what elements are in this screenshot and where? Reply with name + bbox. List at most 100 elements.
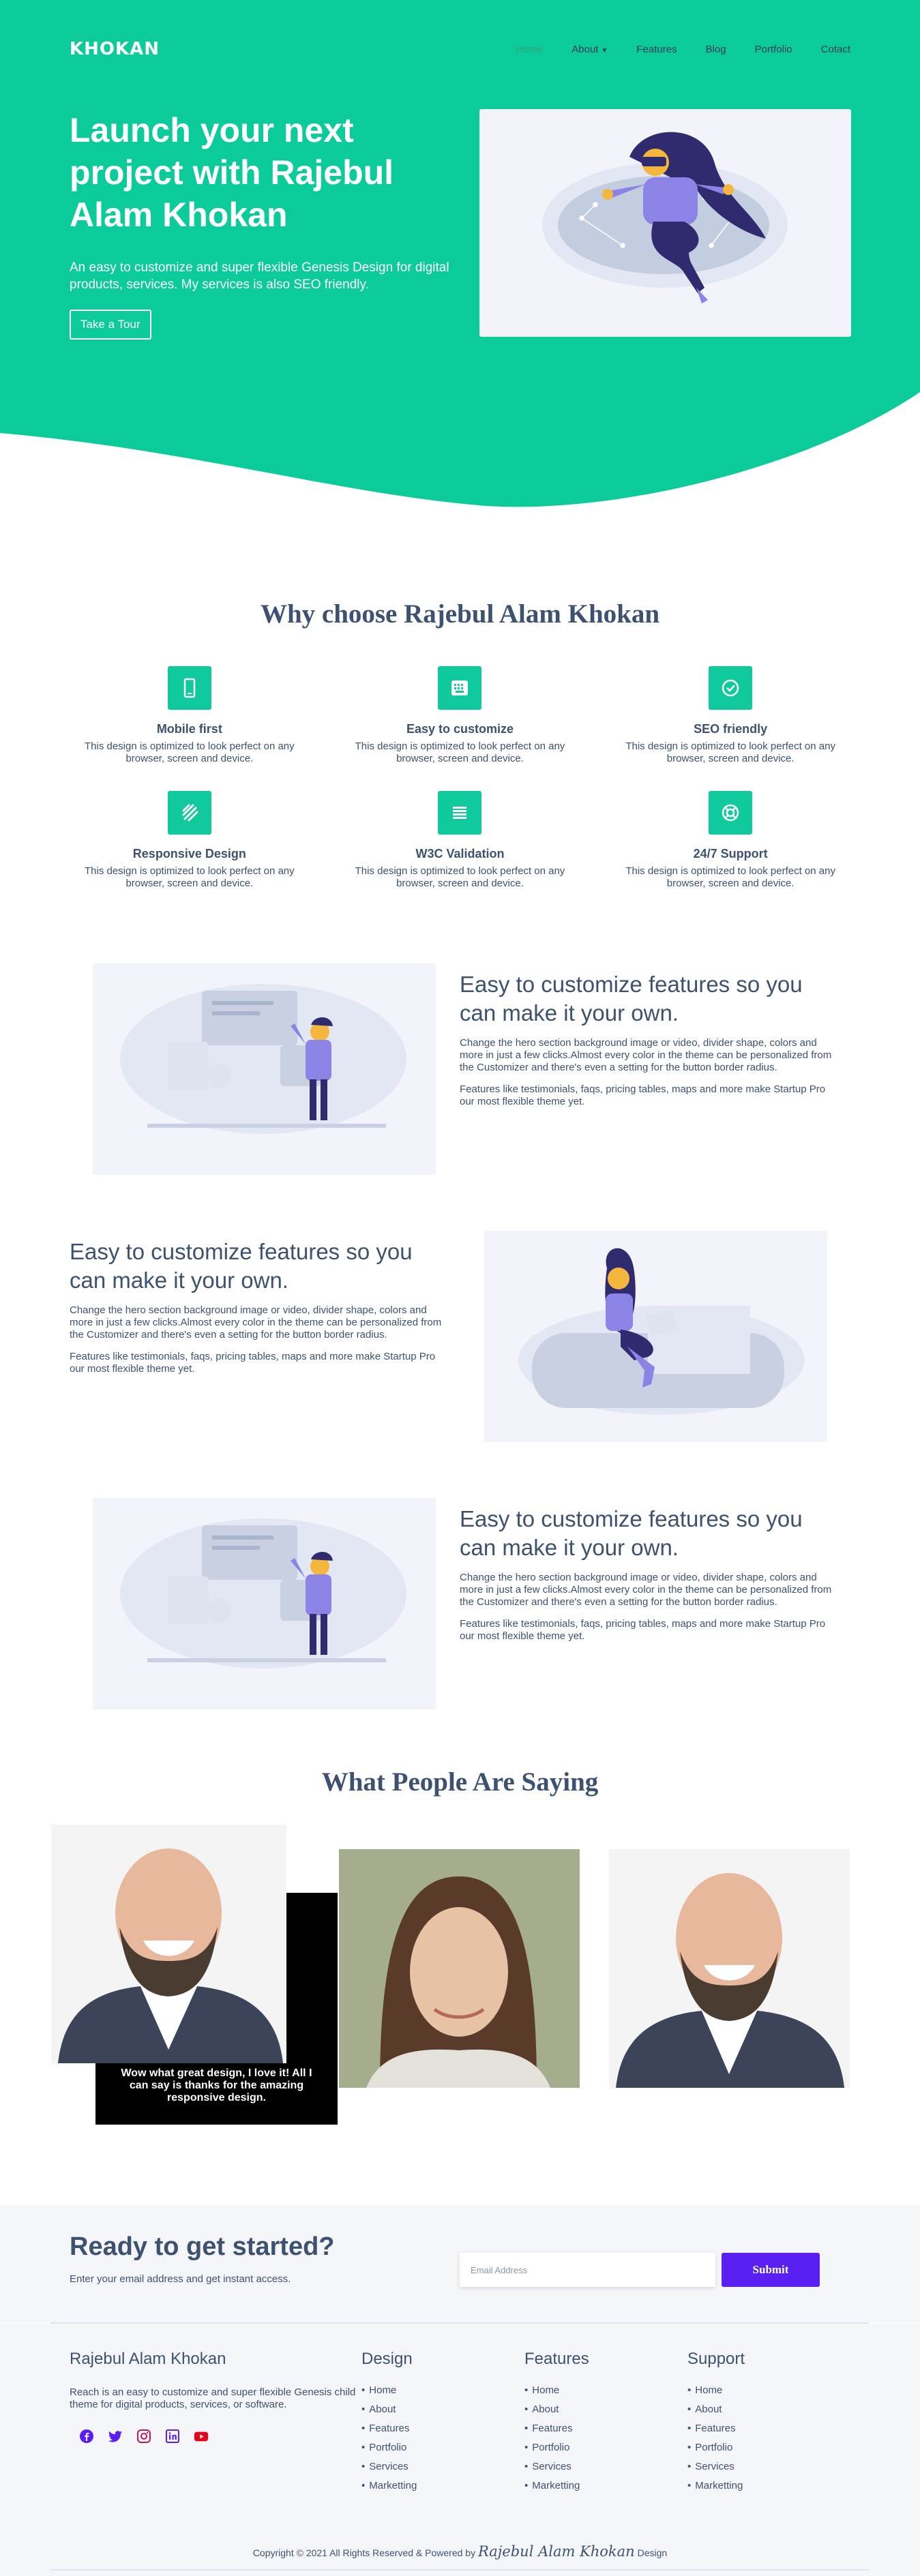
feature-section-text: Easy to customize features so you can ma… [70,1238,451,1375]
feature-section-title: Easy to customize features so you can ma… [460,1506,803,1560]
twitter-icon[interactable] [108,2429,123,2444]
email-input[interactable]: Email Address [460,2253,715,2287]
social-links [79,2429,356,2444]
feature-card: Mobile first This design is optimized to… [55,666,325,765]
hero-description: An easy to customize and super flexible … [70,260,449,292]
vr-person-illustration [542,132,788,303]
footer: Rajebul Alam Khokan Reach is an easy to … [0,2324,920,2576]
laptop-person-illustration [484,1231,827,1442]
footer-column-title: Features [524,2350,589,2368]
layers-icon [167,791,211,835]
feature-section-paragraph: Features like testimonials, faqs, pricin… [460,1083,826,1107]
feature-card: 24/7 Support This design is optimized to… [595,791,866,890]
instagram-icon[interactable] [136,2429,151,2444]
mobile-icon [167,666,211,710]
feature-section-paragraph: Change the hero section background image… [460,1037,832,1073]
whiteboard-illustration [93,963,436,1175]
feature-section-title: Easy to customize features so you can ma… [70,1239,413,1293]
testimonial-photo [339,1849,580,2088]
nav-item-about-label: About [572,43,599,55]
footer-link[interactable]: About [687,2400,745,2419]
feature-text: This design is optimized to look perfect… [84,740,295,764]
footer-link[interactable]: Features [524,2419,589,2438]
feature-text: This design is optimized to look perfect… [355,865,565,889]
footer-link[interactable]: About [361,2400,417,2419]
nav-item-contact[interactable]: Cotact [821,44,850,55]
footer-link[interactable]: Portfolio [361,2438,417,2457]
testimonial-photo [609,1849,850,2088]
footer-bottom-divider [50,2569,869,2571]
copyright-brand[interactable]: Rajebul Alam Khokan [478,2543,635,2560]
lifebuoy-icon [709,791,753,835]
feature-section-text: Easy to customize features so you can ma… [460,970,842,1108]
copyright-suffix: Design [637,2547,668,2558]
footer-link[interactable]: Home [524,2381,589,2400]
footer-link[interactable]: Features [687,2419,745,2438]
nav-item-about[interactable]: About ▼ [572,44,608,55]
hero-illustration [479,109,851,337]
hero-text: Launch your next project with Rajebul Al… [70,109,451,340]
copyright: Copyright © 2021 All Rights Reserved & P… [0,2543,920,2560]
feature-title: Responsive Design [132,847,246,860]
footer-link[interactable]: Portfolio [524,2438,589,2457]
footer-link[interactable]: Marketting [524,2476,589,2496]
footer-link[interactable]: About [524,2400,589,2419]
testimonials-section: What People Are Saying Wow what great de… [0,1767,920,2206]
chevron-down-icon: ▼ [601,46,608,55]
footer-link[interactable]: Home [687,2381,745,2400]
testimonials-row: Wow what great design, I love it! All I … [0,1825,920,2206]
feature-title: SEO friendly [694,722,768,736]
footer-link[interactable]: Features [361,2419,417,2438]
feature-card: Easy to customize This design is optimiz… [325,666,595,765]
footer-link[interactable]: Portfolio [687,2438,745,2457]
feature-section-paragraph: Features like testimonials, faqs, pricin… [460,1618,826,1642]
testimonials-title: What People Are Saying [321,1767,599,1797]
feature-text: This design is optimized to look perfect… [625,865,835,889]
testimonial-quote-text: Wow what great design, I love it! All I … [121,2067,312,2103]
facebook-icon[interactable] [79,2429,94,2444]
feature-title: W3C Validation [415,847,505,860]
footer-column-title: Design [361,2350,413,2368]
linkedin-icon[interactable] [165,2429,180,2444]
submit-button[interactable]: Submit [722,2253,820,2287]
feature-section-3: Easy to customize features so you can ma… [0,1498,920,1771]
footer-link[interactable]: Marketting [687,2476,745,2496]
feature-title: Mobile first [156,722,222,736]
footer-column-features: Features Home About Features Portfolio S… [524,2350,589,2496]
feature-section-title: Easy to customize features so you can ma… [460,972,803,1025]
cta-subtitle: Enter your email address and get instant… [70,2273,291,2285]
site-logo[interactable]: KHOKAN [70,39,160,59]
feature-card: W3C Validation This design is optimized … [325,791,595,890]
footer-link[interactable]: Services [361,2457,417,2476]
footer-link[interactable]: Home [361,2381,417,2400]
footer-link[interactable]: Marketting [361,2476,417,2496]
nav-item-home[interactable]: Home [516,44,543,55]
take-tour-button[interactable]: Take a Tour [70,310,151,340]
footer-column-title: Support [687,2350,745,2368]
feature-title: 24/7 Support [693,847,768,860]
nav-item-portfolio[interactable]: Portfolio [755,44,792,55]
hero-title: Launch your next project with Rajebul Al… [70,111,394,234]
feature-section-2: Easy to customize features so you can ma… [0,1231,920,1503]
feature-text: This design is optimized to look perfect… [625,740,835,764]
feature-section-paragraph: Features like testimonials, faqs, pricin… [70,1351,436,1375]
footer-link[interactable]: Services [524,2457,589,2476]
feature-text: This design is optimized to look perfect… [355,740,565,764]
feature-title: Easy to customize [406,722,514,736]
youtube-icon[interactable] [194,2429,209,2444]
nav-item-blog[interactable]: Blog [706,44,726,55]
hero-section: KHOKAN Home About ▼ Features Blog Portfol… [0,0,920,518]
nav-item-features[interactable]: Features [636,44,677,55]
testimonial-photo [51,1825,286,2063]
whiteboard-illustration [93,1498,436,1709]
why-title: Why choose Rajebul Alam Khokan [260,599,660,629]
copyright-prefix: Copyright © 2021 All Rights Reserved & P… [252,2547,476,2558]
footer-about-text: Reach is an easy to customize and super … [70,2386,356,2410]
nav-menu: Home About ▼ Features Blog Portfolio Cota… [516,44,850,55]
footer-column-design: Design Home About Features Portfolio Ser… [361,2350,417,2496]
cta-section: Ready to get started? Enter your email a… [0,2205,920,2322]
feature-section-text: Easy to customize features so you can ma… [460,1505,842,1643]
feature-section-paragraph: Change the hero section background image… [70,1304,442,1341]
cta-title: Ready to get started? [70,2232,335,2261]
footer-link[interactable]: Services [687,2457,745,2476]
